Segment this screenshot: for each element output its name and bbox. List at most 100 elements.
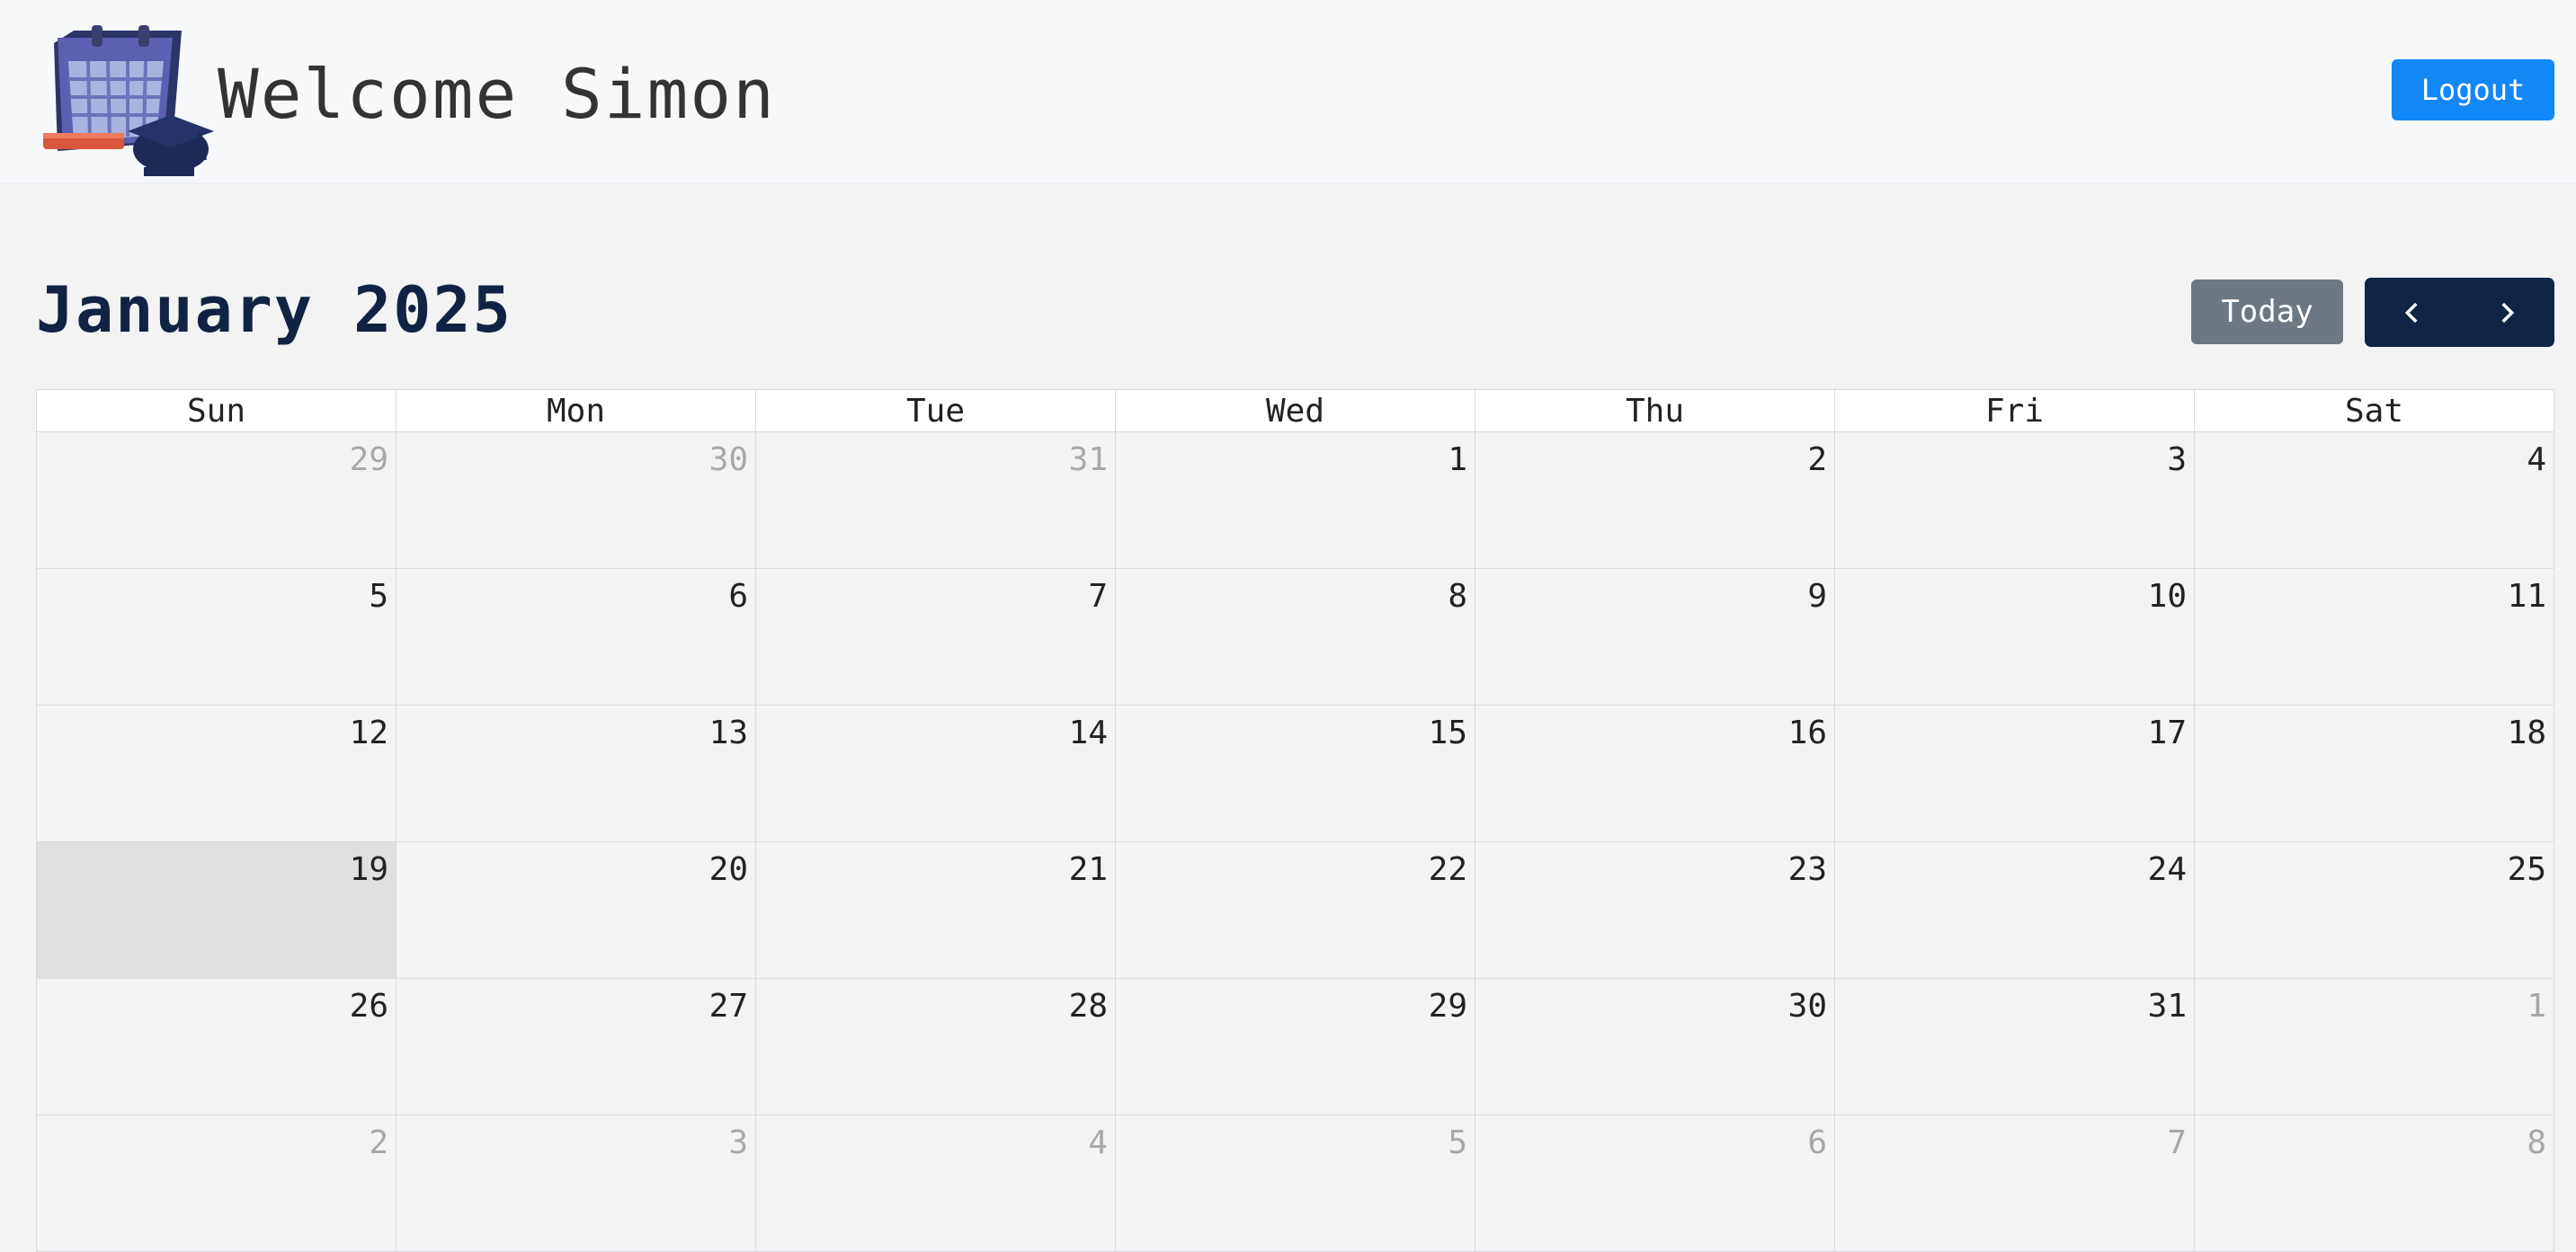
weekday-header: Sun	[37, 390, 397, 432]
day-number: 11	[2507, 578, 2546, 615]
day-number: 28	[1068, 988, 1108, 1025]
calendar-weeks: 29 30 31 1 2 3 4 5 6 7 8 9 10 11 12 13 14 15 16 17 18 19 20 21 2…	[36, 432, 2554, 1252]
calendar-day-cell[interactable]: 4	[2195, 432, 2554, 569]
calendar-month-title: January 2025	[36, 273, 513, 347]
calendar-day-cell[interactable]: 21	[756, 842, 1116, 979]
calendar-day-cell[interactable]: 18	[2195, 706, 2554, 842]
calendar-week-row: 29 30 31 1 2 3 4	[37, 432, 2554, 569]
calendar-week-row: 26 27 28 29 30 31 1	[37, 979, 2554, 1115]
day-number: 27	[709, 988, 748, 1025]
weekday-header: Thu	[1475, 390, 1835, 432]
calendar-day-cell[interactable]: 25	[2195, 842, 2554, 979]
calendar-week-row: 2 3 4 5 6 7 8	[37, 1115, 2554, 1252]
calendar-day-cell[interactable]: 2	[37, 1115, 397, 1252]
calendar-day-cell[interactable]: 6	[1475, 1115, 1835, 1252]
day-number: 1	[1448, 441, 1467, 478]
chevron-right-icon	[2501, 302, 2515, 323]
day-number: 6	[1807, 1124, 1827, 1161]
weekday-header: Tue	[756, 390, 1116, 432]
day-number: 1	[2527, 988, 2546, 1025]
calendar-day-cell[interactable]: 30	[1475, 979, 1835, 1115]
calendar-day-cell[interactable]: 11	[2195, 569, 2554, 706]
calendar-logo-icon	[38, 25, 218, 183]
day-number: 12	[349, 715, 388, 751]
calendar-day-cell[interactable]: 13	[397, 706, 756, 842]
calendar-day-cell[interactable]: 3	[1835, 432, 2195, 569]
calendar-day-cell-today[interactable]: 19	[37, 842, 397, 979]
prev-month-button[interactable]	[2365, 278, 2460, 347]
calendar-day-cell[interactable]: 2	[1475, 432, 1835, 569]
month-navigation	[2365, 278, 2554, 347]
day-number: 25	[2507, 851, 2546, 888]
day-number: 31	[2147, 988, 2187, 1025]
calendar-week-row: 12 13 14 15 16 17 18	[37, 706, 2554, 842]
calendar-day-cell[interactable]: 10	[1835, 569, 2195, 706]
day-number: 22	[1428, 851, 1467, 888]
calendar-day-cell[interactable]: 31	[756, 432, 1116, 569]
day-number: 3	[2167, 441, 2187, 478]
calendar-day-cell[interactable]: 23	[1475, 842, 1835, 979]
day-number: 8	[1448, 578, 1467, 615]
calendar-day-cell[interactable]: 9	[1475, 569, 1835, 706]
calendar-day-cell[interactable]: 28	[756, 979, 1116, 1115]
calendar-day-cell[interactable]: 6	[397, 569, 756, 706]
calendar-day-cell[interactable]: 5	[1116, 1115, 1475, 1252]
calendar-day-cell[interactable]: 24	[1835, 842, 2195, 979]
day-number: 4	[2527, 441, 2546, 478]
weekday-header: Wed	[1116, 390, 1475, 432]
day-number: 24	[2147, 851, 2187, 888]
weekday-header-row: Sun Mon Tue Wed Thu Fri Sat	[36, 389, 2554, 432]
day-number: 26	[349, 988, 388, 1025]
calendar-day-cell[interactable]: 7	[1835, 1115, 2195, 1252]
day-number: 7	[1088, 578, 1108, 615]
day-number: 4	[1088, 1124, 1108, 1161]
today-button[interactable]: Today	[2191, 280, 2343, 344]
calendar-day-cell[interactable]: 8	[1116, 569, 1475, 706]
month-calendar-grid: Sun Mon Tue Wed Thu Fri Sat 29 30 31 1 2 3 4 5 6 7 8 9 10 1…	[36, 389, 2554, 1252]
calendar-day-cell[interactable]: 26	[37, 979, 397, 1115]
day-number: 3	[728, 1124, 748, 1161]
calendar-day-cell[interactable]: 15	[1116, 706, 1475, 842]
calendar-day-cell[interactable]: 22	[1116, 842, 1475, 979]
day-number: 18	[2507, 715, 2546, 751]
calendar-day-cell[interactable]: 1	[2195, 979, 2554, 1115]
calendar-day-cell[interactable]: 14	[756, 706, 1116, 842]
day-number: 23	[1787, 851, 1827, 888]
next-month-button[interactable]	[2460, 278, 2555, 347]
day-number: 6	[728, 578, 748, 615]
day-number: 8	[2527, 1124, 2546, 1161]
calendar-day-cell[interactable]: 29	[1116, 979, 1475, 1115]
calendar-day-cell[interactable]: 17	[1835, 706, 2195, 842]
calendar-day-cell[interactable]: 30	[397, 432, 756, 569]
calendar-day-cell[interactable]: 31	[1835, 979, 2195, 1115]
calendar-day-cell[interactable]: 7	[756, 569, 1116, 706]
day-number: 31	[1068, 441, 1108, 478]
chevron-left-icon	[2404, 302, 2418, 323]
day-number: 14	[1068, 715, 1108, 751]
calendar-day-cell[interactable]: 3	[397, 1115, 756, 1252]
day-number: 17	[2147, 715, 2187, 751]
calendar-day-cell[interactable]: 27	[397, 979, 756, 1115]
calendar-day-cell[interactable]: 12	[37, 706, 397, 842]
calendar-day-cell[interactable]: 1	[1116, 432, 1475, 569]
calendar-day-cell[interactable]: 20	[397, 842, 756, 979]
day-number: 20	[709, 851, 748, 888]
day-number: 10	[2147, 578, 2187, 615]
calendar-day-cell[interactable]: 4	[756, 1115, 1116, 1252]
day-number: 13	[709, 715, 748, 751]
welcome-heading: Welcome Simon	[218, 54, 776, 134]
day-number: 30	[709, 441, 748, 478]
calendar-day-cell[interactable]: 8	[2195, 1115, 2554, 1252]
day-number: 19	[349, 851, 388, 888]
calendar-day-cell[interactable]: 16	[1475, 706, 1835, 842]
day-number: 2	[369, 1124, 388, 1161]
day-number: 15	[1428, 715, 1467, 751]
weekday-header: Fri	[1835, 390, 2195, 432]
logout-button[interactable]: Logout	[2392, 59, 2554, 120]
weekday-header: Sat	[2195, 390, 2554, 432]
calendar-week-row: 5 6 7 8 9 10 11	[37, 569, 2554, 706]
day-number: 7	[2167, 1124, 2187, 1161]
calendar-day-cell[interactable]: 5	[37, 569, 397, 706]
day-number: 30	[1787, 988, 1827, 1025]
calendar-day-cell[interactable]: 29	[37, 432, 397, 569]
